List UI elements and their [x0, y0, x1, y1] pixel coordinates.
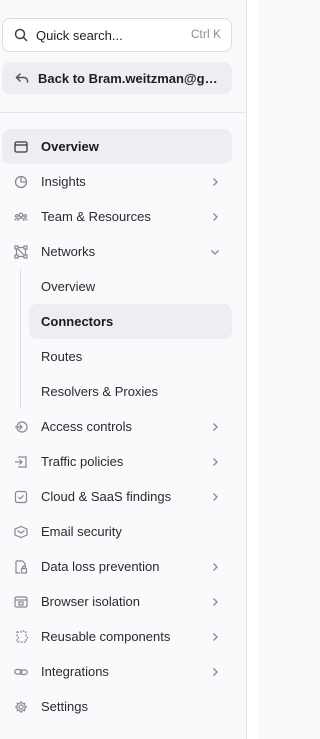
sidebar-item-reusable-components[interactable]: Reusable components: [2, 619, 232, 654]
puzzle-icon: [16, 629, 28, 643]
sidebar-item-label: Access controls: [41, 419, 133, 434]
search-icon: [14, 28, 28, 42]
network-icon: [14, 244, 28, 259]
sidebar-item-label: Overview: [41, 139, 99, 154]
back-to-account-label: Back to Bram.weitzman@gm...: [38, 70, 220, 86]
gear-icon: [15, 700, 27, 713]
browser-isolation-icon: [14, 595, 28, 608]
document-lock-icon: [15, 559, 28, 574]
sidebar-item-browser-isolation[interactable]: Browser isolation: [2, 584, 232, 619]
sign-in-icon: [15, 420, 28, 433]
chevron-right-icon: [213, 177, 218, 186]
chevron-right-icon: [213, 667, 218, 676]
sidebar-subitem-label: Resolvers & Proxies: [41, 384, 159, 399]
sidebar-item-label: Cloud & SaaS findings: [41, 489, 172, 504]
sidebar-item-insights[interactable]: Insights: [2, 164, 232, 199]
sidebar-subitem-connectors[interactable]: Connectors: [29, 304, 232, 339]
sidebar-item-data-loss-prevention[interactable]: Data loss prevention: [2, 549, 232, 584]
chevron-right-icon: [213, 632, 218, 641]
sidebar-subitem-routes[interactable]: Routes: [29, 339, 232, 374]
sidebar-item-settings[interactable]: Settings: [2, 689, 232, 724]
chevron-right-icon: [213, 492, 218, 501]
chevron-down-icon: [211, 249, 219, 255]
sidebar-item-email-security[interactable]: Email security: [2, 514, 232, 549]
sidebar-item-label: Insights: [41, 174, 86, 189]
sidebar-item-access-controls[interactable]: Access controls: [2, 409, 232, 444]
sidebar-item-label: Team & Resources: [41, 209, 151, 224]
pie-chart-icon: [14, 175, 28, 188]
submenu-guide-line: [20, 269, 21, 409]
email-shield-icon: [14, 525, 28, 538]
browser-window-icon: [14, 140, 28, 153]
chevron-right-icon: [213, 422, 218, 431]
sidebar-item-team-resources[interactable]: Team & Resources: [2, 199, 232, 234]
sidebar-item-label: Networks: [41, 244, 96, 259]
sidebar-item-label: Settings: [41, 699, 88, 714]
link-icon: [14, 668, 28, 675]
sidebar-subitem-label: Routes: [41, 349, 83, 364]
sidebar-item-label: Browser isolation: [41, 594, 140, 609]
sidebar-subitem-label: Connectors: [41, 314, 114, 329]
chevron-right-icon: [213, 562, 218, 571]
keyboard-shortcut-hint: Ctrl K: [191, 29, 221, 41]
sidebar-item-label: Traffic policies: [41, 454, 124, 469]
sidebar-item-networks[interactable]: Networks: [2, 234, 232, 269]
quick-search-label: Quick search...: [36, 27, 123, 43]
sidebar-item-overview[interactable]: Overview: [2, 129, 232, 164]
sidebar-item-label: Integrations: [41, 664, 109, 679]
chevron-right-icon: [213, 457, 218, 466]
sidebar-item-label: Email security: [41, 524, 122, 539]
traffic-policy-icon: [15, 455, 27, 468]
sidebar-item-label: Data loss prevention: [41, 559, 160, 574]
right-scroll-rail: [246, 0, 258, 739]
sidebar-item-label: Reusable components: [41, 629, 171, 644]
sidebar-item-integrations[interactable]: Integrations: [2, 654, 232, 689]
sidebar-nav: Overview Insights Team & Resources Netwo…: [2, 129, 232, 724]
networks-submenu: Overview Connectors Routes Resolvers & P…: [2, 269, 232, 409]
back-to-account-button[interactable]: Back to Bram.weitzman@gm...: [2, 62, 232, 94]
sidebar-subitem-resolvers-proxies[interactable]: Resolvers & Proxies: [29, 374, 232, 409]
section-divider: [0, 112, 246, 113]
sidebar-subitem-label: Overview: [41, 279, 96, 294]
sidebar-item-traffic-policies[interactable]: Traffic policies: [2, 444, 232, 479]
shield-check-icon: [14, 490, 28, 503]
sidebar-item-cloud-saas-findings[interactable]: Cloud & SaaS findings: [2, 479, 232, 514]
chevron-right-icon: [213, 212, 218, 221]
sidebar-subitem-networks-overview[interactable]: Overview: [29, 269, 232, 304]
chevron-right-icon: [213, 597, 218, 606]
quick-search-input[interactable]: Quick search... Ctrl K: [2, 18, 232, 52]
back-arrow-icon: [15, 73, 29, 83]
team-icon: [14, 212, 28, 221]
